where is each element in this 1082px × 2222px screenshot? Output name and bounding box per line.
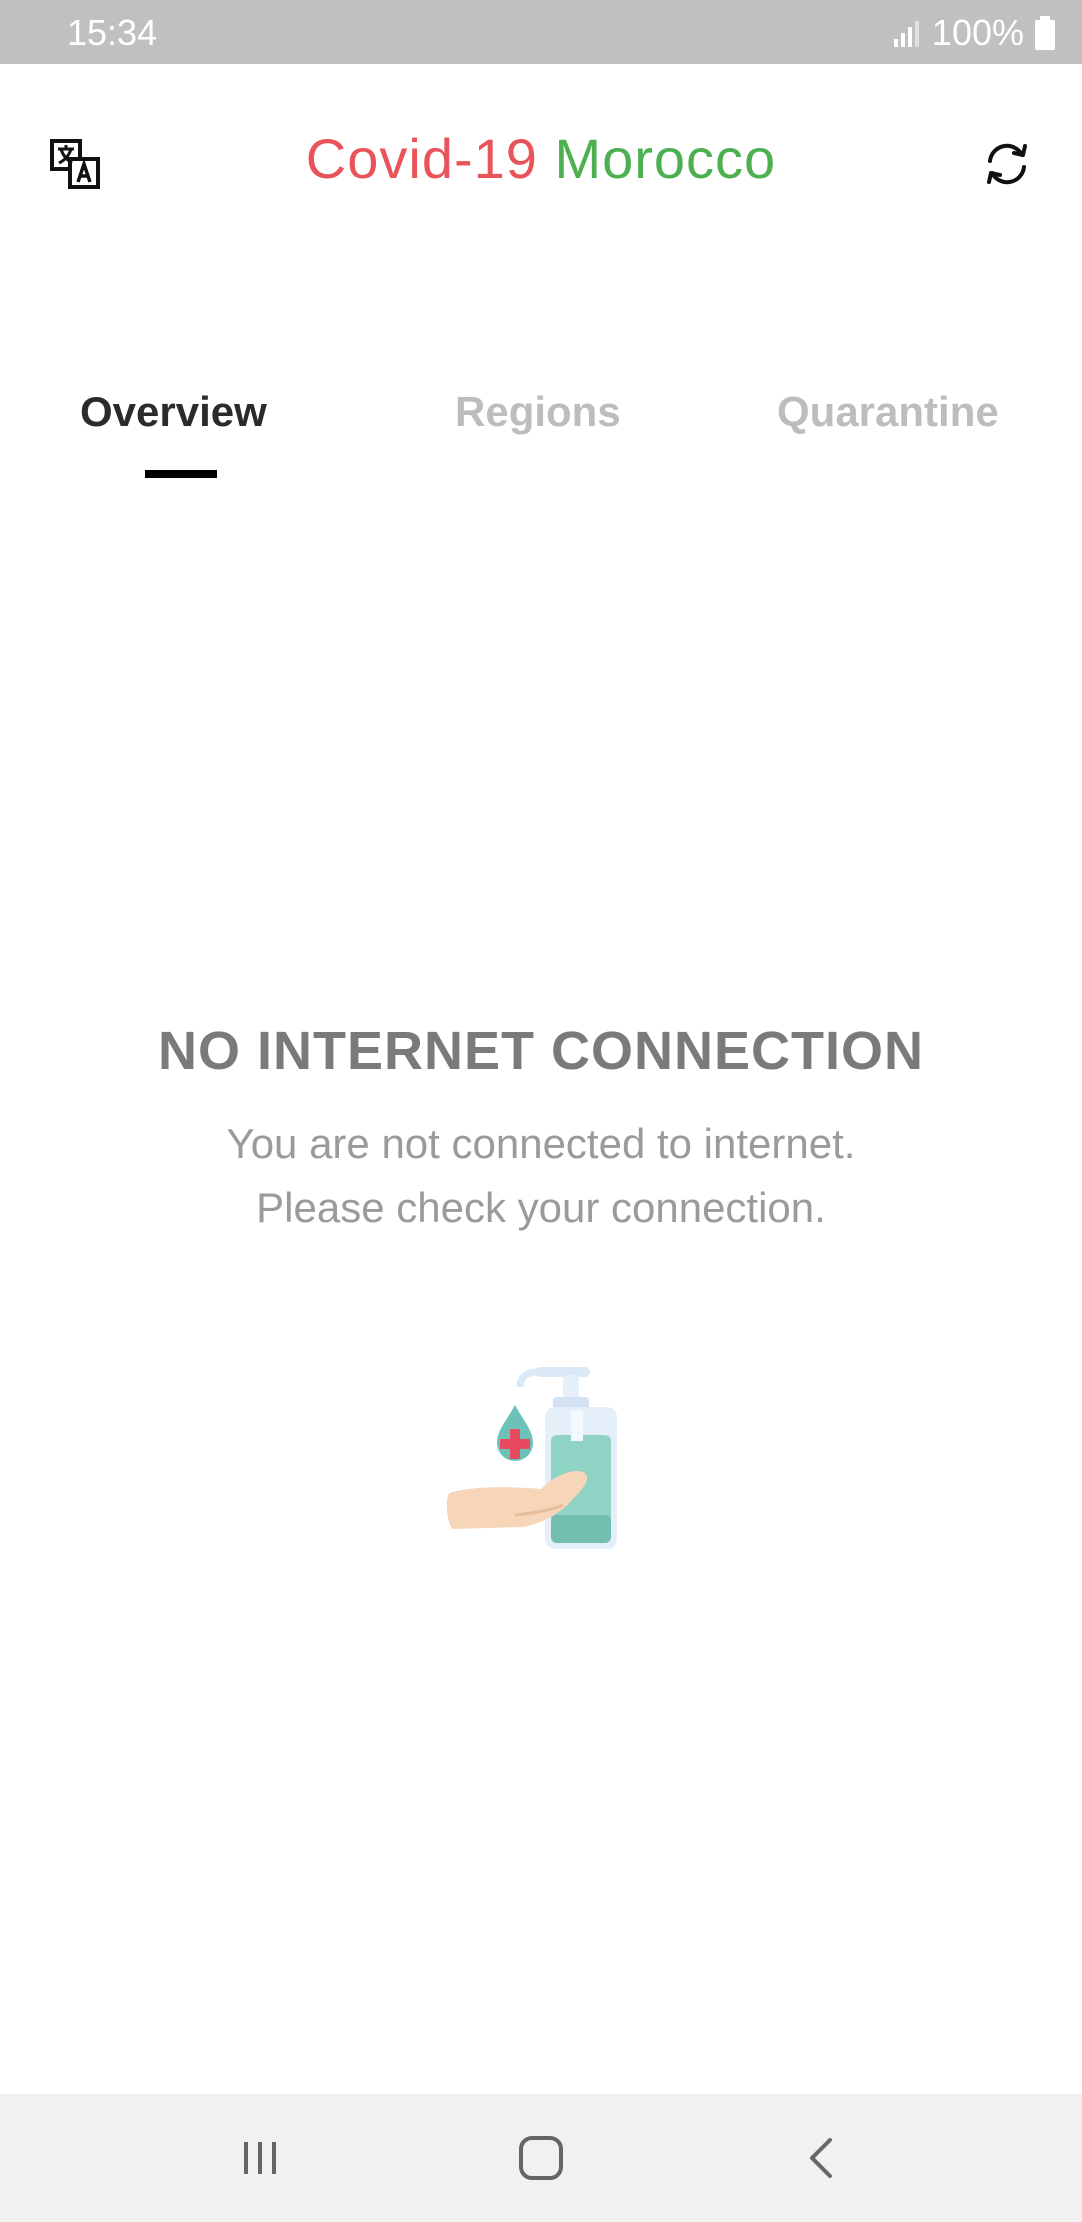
tab-quarantine[interactable]: Quarantine <box>777 388 999 436</box>
home-icon <box>519 2136 563 2180</box>
no-connection-line-2: Please check your connection. <box>256 1184 826 1231</box>
active-tab-indicator <box>145 470 217 478</box>
tab-bar: Overview Regions Quarantine <box>0 380 1082 490</box>
recent-apps-button[interactable] <box>230 2128 290 2188</box>
refresh-button[interactable] <box>975 132 1039 196</box>
tab-regions[interactable]: Regions <box>455 388 621 436</box>
battery-percent: 100% <box>931 12 1024 53</box>
system-nav-bar <box>0 2094 1082 2222</box>
signal-icon <box>893 21 919 47</box>
title-covid: Covid-19 <box>305 127 538 190</box>
status-time: 15:34 <box>67 12 158 53</box>
status-bar: 15:34 100% <box>0 0 1082 64</box>
recent-apps-icon <box>244 2142 276 2174</box>
refresh-icon <box>987 143 1027 185</box>
hand-sanitizer-illustration <box>446 1367 617 1549</box>
no-connection-title: NO INTERNET CONNECTION <box>157 1021 924 1081</box>
back-icon <box>810 2138 832 2178</box>
back-button[interactable] <box>792 2128 852 2188</box>
app-title: Covid-19 Morocco <box>0 126 1082 191</box>
status-right: 100% <box>890 12 1056 54</box>
app-header: Covid-19 Morocco <box>0 64 1082 264</box>
battery-icon <box>1035 16 1055 50</box>
tab-overview[interactable]: Overview <box>80 388 267 436</box>
no-connection-text: You are not connected to internet. Pleas… <box>0 1112 1082 1240</box>
no-connection-message: NO INTERNET CONNECTION You are not conne… <box>0 1020 1082 1240</box>
title-morocco: Morocco <box>554 127 777 190</box>
no-connection-line-1: You are not connected to internet. <box>226 1120 856 1167</box>
home-button[interactable] <box>511 2128 571 2188</box>
